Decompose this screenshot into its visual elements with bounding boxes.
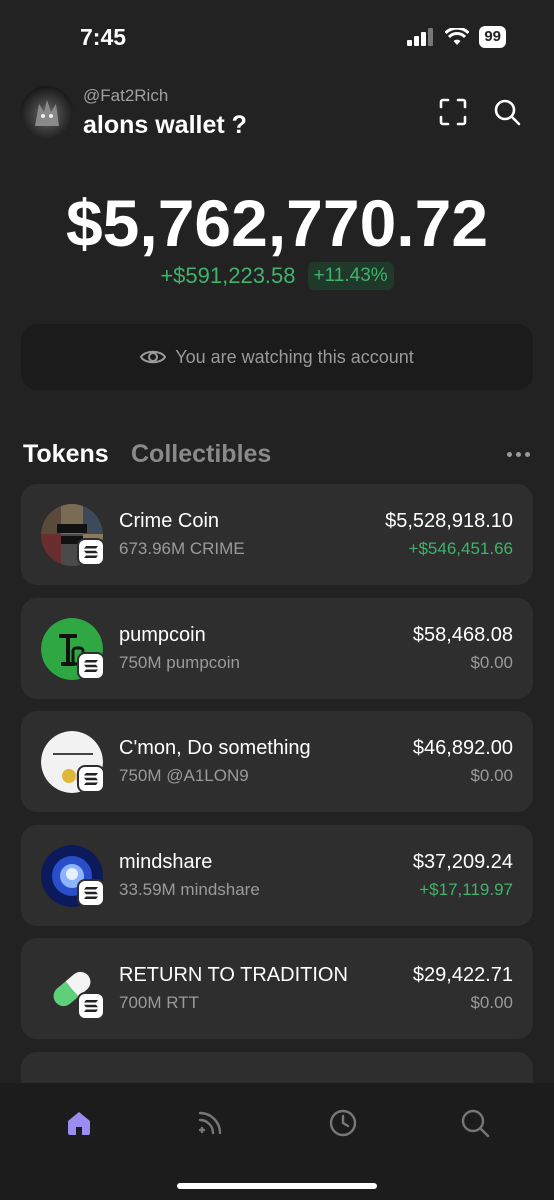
- token-value: $5,528,918.10: [385, 510, 513, 532]
- token-row-crime-coin[interactable]: Crime Coin 673.96M CRIME $5,528,918.10 +…: [21, 484, 533, 585]
- balance-change-percent: +11.43%: [307, 262, 394, 290]
- header-search-button[interactable]: [489, 94, 525, 130]
- token-name: pumpcoin: [119, 623, 206, 646]
- search-icon: [461, 1109, 490, 1138]
- nav-history[interactable]: [323, 1103, 363, 1143]
- scan-button[interactable]: [435, 94, 471, 130]
- token-amount: 750M pumpcoin: [119, 652, 240, 672]
- history-icon: [329, 1109, 357, 1137]
- token-value: $58,468.08: [412, 623, 513, 646]
- token-name: RETURN TO TRADITION: [119, 964, 348, 986]
- token-name: C'mon, Do something: [119, 737, 311, 759]
- token-change: $0.00: [470, 766, 513, 785]
- token-name: mindshare: [119, 850, 213, 873]
- token-change: +$17,119.97: [419, 879, 513, 899]
- token-value: $46,892.00: [412, 737, 513, 759]
- signal-icon: [407, 28, 434, 46]
- home-icon: [68, 1112, 90, 1135]
- wifi-icon: [445, 28, 470, 45]
- token-row-mindshare[interactable]: mindshare 33.59M mindshare $37,209.24 +$…: [21, 824, 533, 926]
- token-name: Crime Coin: [119, 510, 220, 532]
- token-row-rtt[interactable]: RETURN TO TRADITION 700M RTT $29,422.71 …: [21, 938, 533, 1039]
- token-value: $37,209.24: [412, 850, 513, 873]
- more-dot: [516, 452, 521, 457]
- more-dot: [507, 452, 512, 457]
- solana-badge-icon: [77, 878, 105, 907]
- avatar-image: [35, 100, 59, 126]
- activity-icon: [198, 1111, 222, 1135]
- token-list: Crime Coin 673.96M CRIME $5,528,918.10 +…: [21, 484, 533, 1114]
- battery-indicator: 99: [479, 26, 506, 48]
- solana-badge-icon: [77, 992, 105, 1020]
- tab-tokens[interactable]: Tokens: [23, 440, 109, 469]
- solana-badge-icon: [77, 765, 105, 793]
- search-icon: [494, 99, 521, 126]
- token-amount: 33.59M mindshare: [119, 879, 260, 899]
- token-row-pumpcoin[interactable]: pumpcoin 750M pumpcoin $58,468.08 $0.00: [21, 597, 533, 699]
- more-options-button[interactable]: [507, 452, 530, 457]
- more-dot: [525, 452, 530, 457]
- home-indicator: [177, 1183, 377, 1189]
- token-amount: 700M RTT: [119, 993, 199, 1012]
- wallet-handle: @Fat2Rich: [83, 86, 169, 105]
- tab-collectibles[interactable]: Collectibles: [131, 440, 271, 469]
- balance-change: +$591,223.58 +11.43%: [0, 262, 554, 290]
- token-change: $0.00: [470, 993, 513, 1012]
- nav-home[interactable]: [59, 1103, 99, 1143]
- token-amount: 673.96M CRIME: [119, 539, 245, 558]
- token-row-cmon[interactable]: C'mon, Do something 750M @A1LON9 $46,892…: [21, 711, 533, 812]
- eye-icon: [140, 350, 167, 364]
- solana-badge-icon: [77, 538, 105, 566]
- status-icons: 99: [407, 26, 506, 48]
- avatar[interactable]: [21, 86, 73, 138]
- token-value: $29,422.71: [412, 964, 513, 986]
- nav-activity[interactable]: [190, 1103, 230, 1143]
- token-amount: 750M @A1LON9: [119, 766, 249, 785]
- scan-icon: [439, 98, 467, 126]
- total-balance: $5,762,770.72: [65, 186, 489, 260]
- watching-text: You are watching this account: [175, 346, 414, 367]
- watching-banner: You are watching this account: [21, 324, 533, 390]
- status-bar: 7:45 99: [0, 0, 554, 70]
- nav-search[interactable]: [455, 1103, 495, 1143]
- status-time: 7:45: [80, 24, 127, 50]
- token-change: +$546,451.66: [408, 539, 513, 558]
- balance-change-amount: +$591,223.58: [160, 263, 296, 288]
- wallet-name[interactable]: alons wallet ?: [83, 111, 247, 140]
- token-change: $0.00: [470, 652, 513, 672]
- solana-badge-icon: [77, 651, 105, 680]
